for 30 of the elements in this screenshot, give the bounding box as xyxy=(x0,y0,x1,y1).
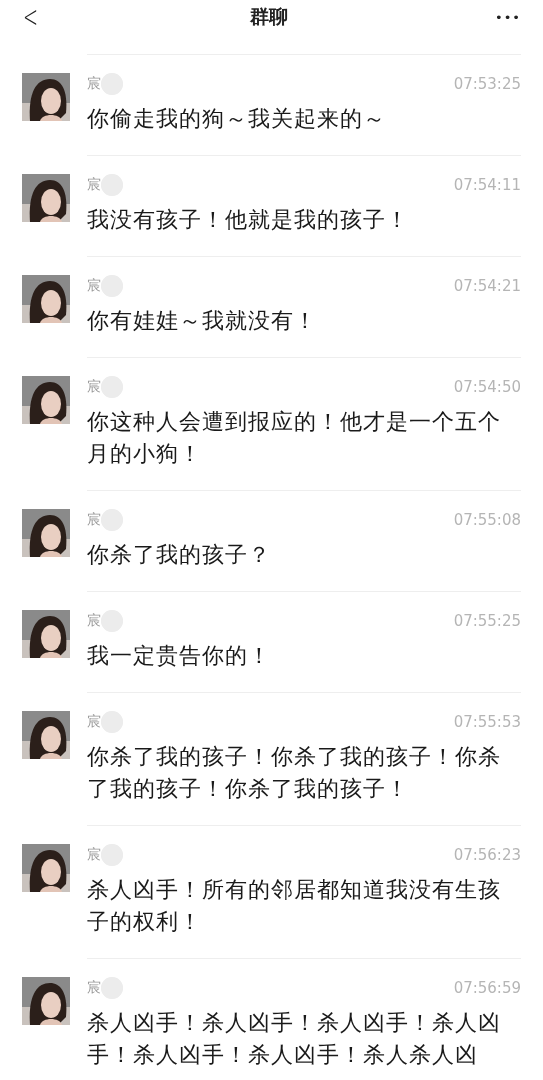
more-button[interactable]: ••• xyxy=(495,9,521,25)
sender-name: 宸 xyxy=(87,75,101,93)
back-button[interactable]: < xyxy=(23,2,39,32)
message-text: 我一定贵告你的！ xyxy=(87,642,272,670)
message-time: 07:56:59 xyxy=(453,979,521,997)
message-text: 你杀了我的孩子！你杀了我的孩子！你杀了我的孩子！你杀了我的孩子！ xyxy=(87,743,502,803)
sender-name: 宸 xyxy=(87,846,101,864)
message-text: 杀人凶手！所有的邻居都知道我没有生孩子的权利！ xyxy=(87,876,502,936)
message-text: 你偷走我的狗～我关起来的～ xyxy=(87,105,387,133)
sender-name: 宸 xyxy=(87,277,101,295)
sender-name: 宸 xyxy=(87,612,101,630)
sender-name: 宸 xyxy=(87,511,101,529)
message-time: 07:54:50 xyxy=(453,378,521,396)
sender-name: 宸 xyxy=(87,176,101,194)
message-time: 07:53:25 xyxy=(453,75,521,93)
sender-name: 宸 xyxy=(87,979,101,997)
message-time: 07:54:21 xyxy=(453,277,521,295)
message-time: 07:55:25 xyxy=(453,612,521,630)
message-text: 你有娃娃～我就没有！ xyxy=(87,307,318,335)
message-time: 07:55:08 xyxy=(453,511,521,529)
message-text: 我没有孩子！他就是我的孩子！ xyxy=(87,206,410,234)
message-text: 你杀了我的孩子？ xyxy=(87,541,272,569)
message-time: 07:56:23 xyxy=(453,846,521,864)
sender-name: 宸 xyxy=(87,713,101,731)
message-time: 07:55:53 xyxy=(453,713,521,731)
chat-title: 群聊 xyxy=(250,4,289,29)
message-text: 你这种人会遭到报应的！他才是一个五个月的小狗！ xyxy=(87,408,502,468)
message-time: 07:54:11 xyxy=(453,176,521,194)
message-text: 杀人凶手！杀人凶手！杀人凶手！杀人凶手！杀人凶手！杀人凶手！杀人杀人凶 xyxy=(87,1009,502,1069)
sender-name: 宸 xyxy=(87,378,101,396)
